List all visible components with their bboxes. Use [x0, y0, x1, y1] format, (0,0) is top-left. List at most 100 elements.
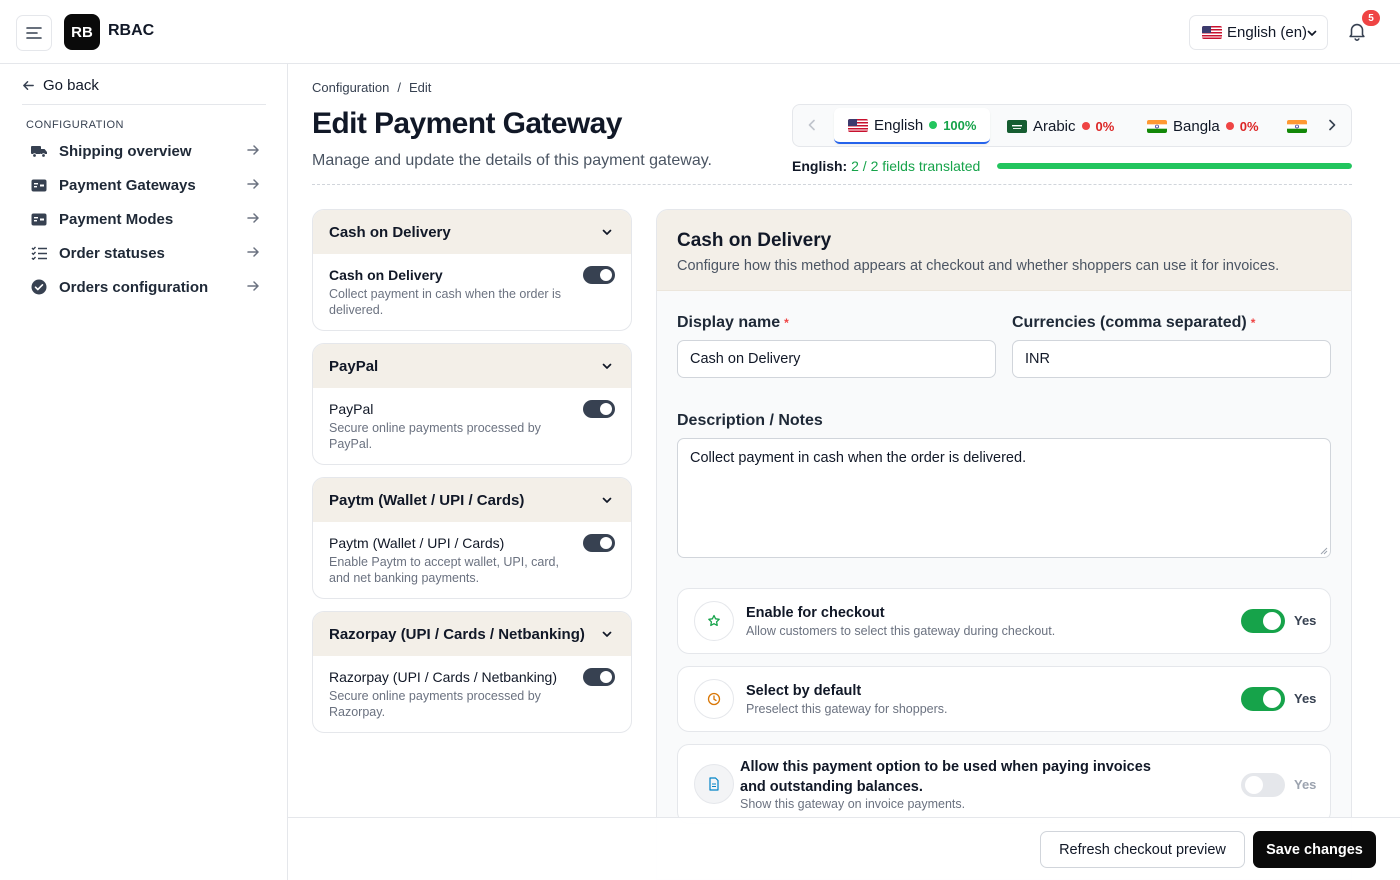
currencies-input[interactable]: INR	[1012, 340, 1331, 378]
gateway-name: Cash on Delivery	[329, 267, 443, 283]
us-flag-icon	[1202, 26, 1222, 39]
breadcrumb-separator: /	[397, 80, 401, 95]
arrow-left-icon	[23, 81, 34, 90]
india-flag-icon	[1147, 119, 1167, 133]
gateway-editor-panel: Cash on Delivery Configure how this meth…	[656, 209, 1352, 880]
go-back-link[interactable]: Go back	[22, 77, 99, 94]
gateway-card-body: Razorpay (UPI / Cards / Netbanking) Secu…	[313, 656, 631, 732]
section-divider	[312, 184, 1352, 185]
tab-next-language[interactable]	[1287, 108, 1307, 144]
option-description: Preselect this gateway for shoppers.	[746, 702, 948, 716]
gateway-enabled-toggle[interactable]	[583, 534, 615, 552]
invoice-payments-toggle[interactable]	[1241, 773, 1285, 797]
display-name-input[interactable]: Cash on Delivery	[677, 340, 996, 378]
description-textarea[interactable]: Collect payment in cash when the order i…	[677, 438, 1331, 558]
document-icon	[694, 764, 734, 804]
gateway-enabled-toggle[interactable]	[583, 668, 615, 686]
sidebar-item-payment-gateways[interactable]: Payment Gateways	[30, 173, 266, 197]
gateway-description: Collect payment in cash when the order i…	[329, 287, 562, 317]
status-dot	[929, 121, 938, 129]
menu-toggle-button[interactable]	[16, 15, 52, 51]
app-logo[interactable]: RB	[64, 14, 100, 50]
gateway-description: Secure online payments processed by PayP…	[329, 421, 541, 451]
gateway-name: Razorpay (UPI / Cards / Netbanking)	[329, 669, 557, 685]
gateway-card-header[interactable]: Paytm (Wallet / UPI / Cards)	[313, 478, 631, 522]
gateway-card-razorpay[interactable]: Razorpay (UPI / Cards / Netbanking) Razo…	[312, 611, 632, 733]
sidebar-item-shipping-overview[interactable]: Shipping overview	[30, 139, 266, 163]
gateway-description: Secure online payments processed by Razo…	[329, 689, 541, 719]
sidebar-section-title: CONFIGURATION	[26, 119, 124, 131]
list-check-icon	[30, 244, 48, 262]
editor-subtitle: Configure how this method appears at che…	[677, 258, 1280, 274]
translation-percent: 0%	[1095, 118, 1115, 134]
option-select-default: Select by default Preselect this gateway…	[677, 666, 1331, 732]
gateway-card-title: Paytm (Wallet / UPI / Cards)	[329, 491, 525, 509]
sidebar-item-label: Order statuses	[59, 244, 165, 262]
breadcrumb-current: Edit	[408, 80, 432, 95]
sidebar-item-payment-modes[interactable]: Payment Modes	[30, 207, 266, 231]
currencies-label: Currencies (comma separated) *	[1012, 314, 1255, 332]
sidebar: Go back CONFIGURATION Shipping overview …	[0, 64, 288, 880]
select-default-toggle[interactable]	[1241, 687, 1285, 711]
arrow-right-icon	[247, 179, 259, 189]
language-select[interactable]: English (en)	[1189, 15, 1328, 50]
chevron-left-icon[interactable]	[805, 118, 819, 132]
sidebar-item-label: Payment Gateways	[59, 176, 196, 194]
editor-title: Cash on Delivery	[677, 230, 832, 251]
arrow-right-icon	[247, 281, 259, 291]
translation-status-value: 2 / 2 fields translated	[851, 158, 981, 174]
sidebar-divider	[22, 104, 266, 105]
gateway-card-body: Cash on Delivery Collect payment in cash…	[313, 254, 631, 330]
sidebar-item-label: Payment Modes	[59, 210, 174, 228]
arrow-right-icon	[247, 247, 259, 257]
gateway-card-paypal[interactable]: PayPal PayPal Secure online payments pro…	[312, 343, 632, 465]
gateway-enabled-toggle[interactable]	[583, 266, 615, 284]
gateway-name: PayPal	[329, 401, 374, 417]
go-back-label: Go back	[43, 77, 99, 94]
sidebar-item-order-statuses[interactable]: Order statuses	[30, 241, 266, 265]
hamburger-icon	[26, 27, 42, 39]
gateway-enabled-toggle[interactable]	[583, 400, 615, 418]
required-mark: *	[1250, 316, 1256, 330]
tab-english[interactable]: English 100%	[834, 108, 991, 144]
refresh-checkout-preview-button[interactable]: Refresh checkout preview	[1040, 831, 1245, 868]
editor-header: Cash on Delivery Configure how this meth…	[657, 210, 1351, 291]
display-name-label-text: Display name	[677, 314, 781, 331]
gateway-card-header[interactable]: Cash on Delivery	[313, 210, 631, 254]
option-title: Select by default	[746, 683, 862, 699]
credit-card-icon	[30, 210, 48, 228]
gateway-card-title: PayPal	[329, 357, 379, 375]
translation-status-label: English:	[792, 158, 848, 174]
chevron-down-icon	[602, 631, 612, 637]
option-invoice-payments: Allow this payment option to be used whe…	[677, 744, 1331, 824]
page-subtitle: Manage and update the details of this pa…	[312, 152, 712, 169]
tab-label: English	[874, 116, 924, 134]
translation-percent: 0%	[1239, 118, 1259, 134]
translation-progress-fill	[997, 163, 1352, 169]
tab-arabic[interactable]: Arabic 0%	[1007, 108, 1114, 144]
page-title: Edit Payment Gateway	[312, 107, 622, 140]
save-changes-button[interactable]: Save changes	[1253, 831, 1376, 868]
resize-handle-icon[interactable]	[1320, 547, 1328, 555]
chevron-down-icon	[1307, 30, 1317, 36]
gateway-card-header[interactable]: Razorpay (UPI / Cards / Netbanking)	[313, 612, 631, 656]
india-flag-icon	[1287, 119, 1307, 133]
chevron-right-icon[interactable]	[1325, 118, 1339, 132]
breadcrumb-parent[interactable]: Configuration	[312, 80, 389, 95]
truck-icon	[30, 142, 48, 160]
sidebar-item-label: Orders configuration	[59, 278, 209, 296]
sidebar-item-orders-configuration[interactable]: Orders configuration	[30, 275, 266, 299]
gateway-card-paytm[interactable]: Paytm (Wallet / UPI / Cards) Paytm (Wall…	[312, 477, 632, 599]
top-bar: RB RBAC English (en) 5	[0, 0, 1400, 64]
breadcrumb: Configuration / Edit	[312, 80, 431, 95]
gateway-card-body: Paytm (Wallet / UPI / Cards) Enable Payt…	[313, 522, 631, 598]
language-tabs: English 100% Arabic 0% Bangla 0%	[792, 104, 1352, 147]
gateway-card-header[interactable]: PayPal	[313, 344, 631, 388]
gateway-card-cash-on-delivery[interactable]: Cash on Delivery Cash on Delivery Collec…	[312, 209, 632, 331]
us-flag-icon	[848, 118, 868, 132]
saudi-flag-icon	[1007, 119, 1027, 133]
enable-checkout-toggle[interactable]	[1241, 609, 1285, 633]
tab-bangla[interactable]: Bangla 0%	[1147, 108, 1259, 144]
option-title: Allow this payment option to be used whe…	[740, 759, 1151, 795]
credit-card-icon	[30, 176, 48, 194]
